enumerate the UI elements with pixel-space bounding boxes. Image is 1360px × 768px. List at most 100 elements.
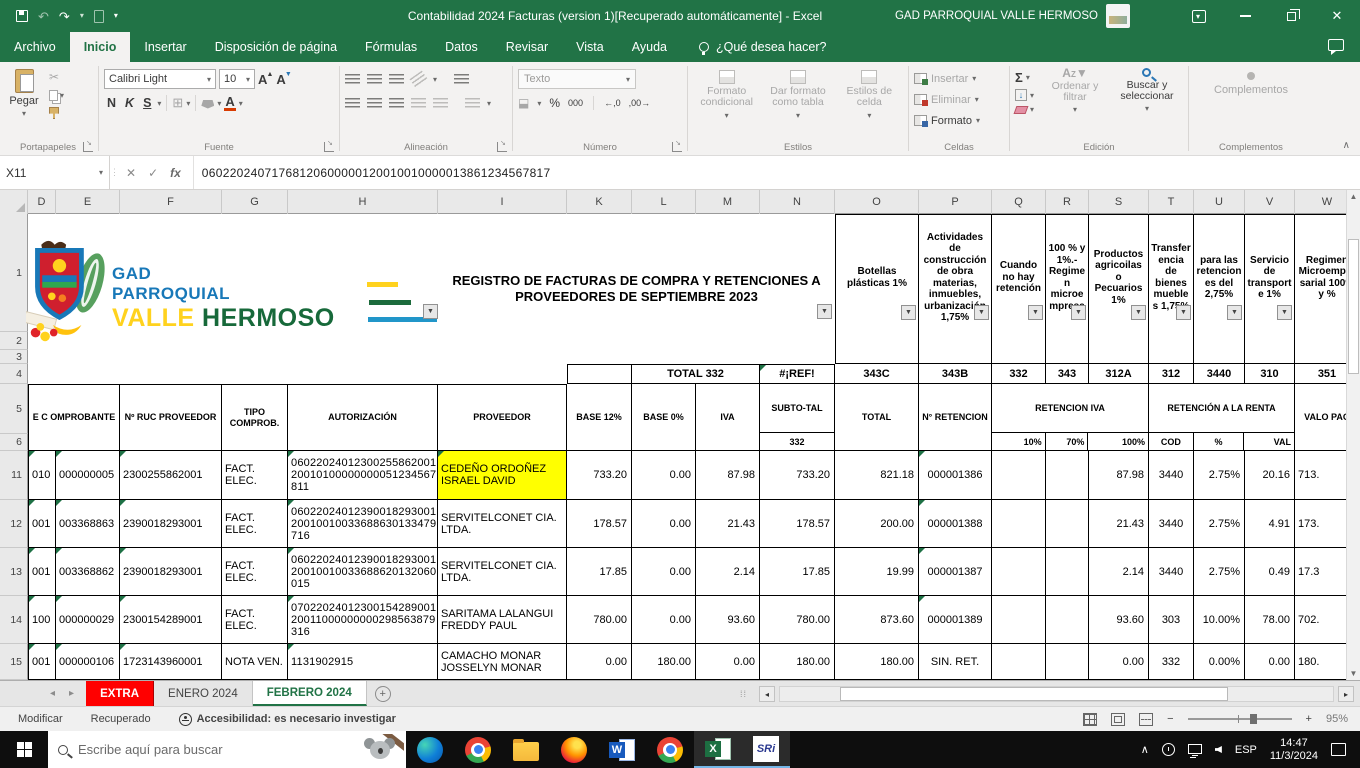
comments-icon[interactable] [1328,39,1344,51]
enter-formula-icon[interactable]: ✓ [148,166,158,180]
taskbar-clock[interactable]: 14:47 11/3/2024 [1270,737,1318,763]
filter-dropdown-icon[interactable]: ▼ [974,305,989,320]
taskbar-firefox-button[interactable] [550,731,598,768]
cell-P13[interactable]: 000001387 [919,548,992,596]
increase-indent-icon[interactable] [433,98,448,108]
cell-E11[interactable]: 000000005 [56,451,120,500]
filter-dropdown-icon[interactable]: ▼ [1277,305,1292,320]
alignment-dialog-launcher-icon[interactable] [497,142,507,152]
cell-V14[interactable]: 78.00 [1245,596,1295,644]
cell-P15[interactable]: SIN. RET. [919,644,992,680]
cell-V12[interactable]: 4.91 [1245,500,1295,548]
row-header-3[interactable]: 3 [0,350,28,364]
tell-me-search[interactable]: ¿Qué desea hacer? [681,32,827,62]
cell-K14[interactable]: 780.00 [567,596,632,644]
taskbar-excel-button[interactable]: X [694,731,742,768]
header-retencion-iva[interactable]: RETENCION IVA [992,384,1148,433]
cell-T11[interactable]: 3440 [1149,451,1194,500]
column-header-S[interactable]: S [1089,190,1149,214]
qat-customize-icon[interactable]: ▾ [114,12,118,20]
clear-button[interactable]: ▾ [1015,105,1034,114]
network-icon[interactable] [1188,744,1202,754]
cell-L14[interactable]: 0.00 [632,596,696,644]
cell-F14[interactable]: 2300154289001 [120,596,222,644]
row-header-6[interactable]: 6 [0,434,28,451]
align-right-icon[interactable] [389,98,404,108]
cell-K15[interactable]: 0.00 [567,644,632,680]
volume-icon[interactable] [1215,746,1222,753]
cell-G11[interactable]: FACT. ELEC. [222,451,288,500]
cell-M11[interactable]: 87.98 [696,451,760,500]
cell-T14[interactable]: 303 [1149,596,1194,644]
print-preview-icon[interactable] [94,10,104,23]
column-header-V[interactable]: V [1245,190,1295,214]
scroll-down-icon[interactable]: ▼ [1350,669,1358,678]
sheet-tab-extra[interactable]: EXTRA [86,681,154,706]
page-break-view-button[interactable] [1139,713,1153,726]
header-ruc[interactable]: Nº RUC PROVEEDOR [120,384,222,451]
cell-P12[interactable]: 000001388 [919,500,992,548]
cell-F12[interactable]: 2390018293001 [120,500,222,548]
scroll-up-icon[interactable]: ▲ [1350,192,1358,201]
column-header-K[interactable]: K [567,190,632,214]
redo-icon[interactable]: ↷ [59,10,70,23]
column-header-Q[interactable]: Q [992,190,1046,214]
report-title-cell[interactable]: REGISTRO DE FACTURAS DE COMPRA Y RETENCI… [438,214,835,364]
cell-K11[interactable]: 733.20 [567,451,632,500]
cell-T4[interactable]: 312 [1149,364,1194,384]
clipboard-dialog-launcher-icon[interactable] [83,142,93,152]
cell-I14[interactable]: SARITAMA LALANGUI FREDDY PAUL [438,596,567,644]
cell-S4[interactable]: 312A [1089,364,1149,384]
row-header-14[interactable]: 14 [0,596,28,644]
redo-dropdown-icon[interactable]: ▾ [80,12,84,20]
column-header-T[interactable]: T [1149,190,1194,214]
header-transporte[interactable]: Servicio de transporte 1%▼ [1245,214,1295,364]
row-header-4[interactable]: 4 [0,364,28,384]
column-header-R[interactable]: R [1046,190,1089,214]
cell-V4[interactable]: 310 [1245,364,1295,384]
zoom-in-icon[interactable]: + [1306,713,1312,725]
formula-input[interactable]: 0602202407176812060000012001001000001386… [194,156,1360,189]
cell-S12[interactable]: 21.43 [1089,500,1149,548]
cell-Q14[interactable] [992,596,1046,644]
column-header-N[interactable]: N [760,190,835,214]
column-header-L[interactable]: L [632,190,696,214]
cell-D13[interactable]: 001 [28,548,56,596]
name-box[interactable]: X11 ▾ [0,156,110,189]
cell-K4[interactable] [567,364,632,384]
cell-R13[interactable] [1046,548,1089,596]
cell-D14[interactable]: 100 [28,596,56,644]
cell-P14[interactable]: 000001389 [919,596,992,644]
taskbar-sri-button[interactable]: SRi [742,731,790,768]
header-cod[interactable]: COD [1149,433,1194,450]
row-header-12[interactable]: 12 [0,500,28,548]
cell-I15[interactable]: CAMACHO MONAR JOSSELYN MONAR [438,644,567,680]
column-header-P[interactable]: P [919,190,992,214]
column-header-H[interactable]: H [288,190,438,214]
cell-E12[interactable]: 003368863 [56,500,120,548]
cell-E13[interactable]: 003368862 [56,548,120,596]
header-microempresa[interactable]: 100 % y 1%.- Regimen microempresa▼ [1046,214,1089,364]
header-subtotal-code[interactable]: 332 [760,433,834,450]
cell-S14[interactable]: 93.60 [1089,596,1149,644]
horizontal-scrollbar[interactable] [779,686,1334,702]
header-comprobante[interactable]: E C OMPROBANTE [28,384,120,451]
cell-V13[interactable]: 0.49 [1245,548,1295,596]
cell-R14[interactable] [1046,596,1089,644]
format-painter-button[interactable] [49,106,64,120]
account-area[interactable]: GAD PARROQUIAL VALLE HERMOSO [895,0,1130,32]
merge-center-icon[interactable] [465,98,480,108]
filter-dropdown-icon[interactable]: ▼ [1176,305,1191,320]
cell-S11[interactable]: 87.98 [1089,451,1149,500]
cell-M15[interactable]: 0.00 [696,644,760,680]
cell-G15[interactable]: NOTA VEN. [222,644,288,680]
hscroll-right-icon[interactable]: ▸ [1338,686,1354,702]
header-autorizacion[interactable]: AUTORIZACIÓN [288,384,438,451]
cell-Q11[interactable] [992,451,1046,500]
cell-V15[interactable]: 0.00 [1245,644,1295,680]
header-val[interactable]: VAL [1244,433,1294,450]
cell-O13[interactable]: 19.99 [835,548,919,596]
cell-H15[interactable]: 1131902915 [288,644,438,680]
number-dialog-launcher-icon[interactable] [672,142,682,152]
conditional-formatting-button[interactable]: Formato condicional▾ [693,70,760,121]
